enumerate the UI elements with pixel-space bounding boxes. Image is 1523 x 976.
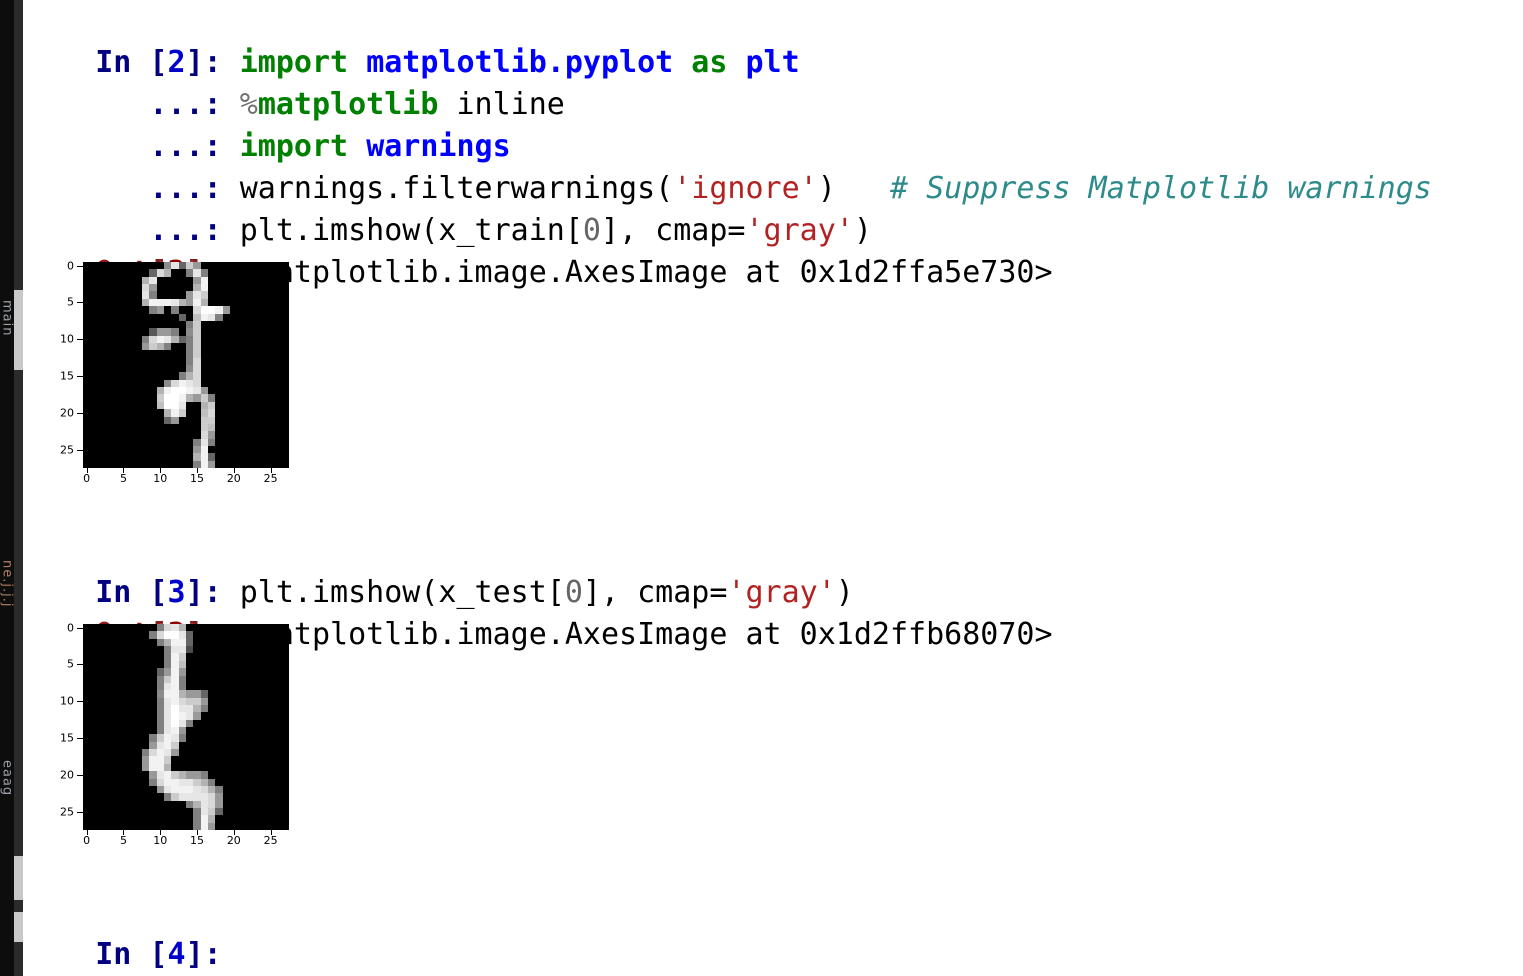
output-repr-text: <matplotlib.image.AxesImage at 0x1d2ffa5…: [239, 255, 1053, 290]
x-tick-label: 25: [263, 472, 278, 485]
code-token: import: [239, 45, 349, 80]
x-tick-label: 15: [190, 834, 205, 847]
code-token: matplotlib: [257, 87, 439, 122]
y-tick-label: 10: [60, 332, 74, 346]
input-cell-active[interactable]: In [4]:: [23, 892, 1523, 972]
prompt-in-label: In [: [95, 45, 168, 80]
continuation-prompt: ...:: [95, 129, 240, 164]
y-tick-label: 25: [60, 443, 74, 457]
code-token: ): [853, 213, 872, 248]
code-token: ], cmap=: [600, 213, 746, 248]
code-token: as: [691, 45, 728, 80]
continuation-prompt: ...:: [95, 213, 240, 248]
code-token: ): [817, 171, 890, 206]
y-tick-label: 20: [60, 768, 74, 782]
prompt-in-close: ]:: [185, 575, 240, 610]
scrollbar-thumb-middle[interactable]: [14, 856, 23, 900]
input-cell-line: In [2]: import matplotlib.pyplot as plt: [23, 0, 1523, 80]
scrollbar-thumb-lower[interactable]: [14, 912, 23, 942]
code-token: warnings: [366, 129, 511, 164]
code-token: matplotlib.pyplot: [366, 45, 674, 80]
code-token: plt: [745, 45, 800, 80]
code-string-literal: 'gray': [745, 213, 854, 248]
code-token: plt.imshow(x_test[: [239, 575, 565, 610]
x-tick-label: 20: [226, 834, 241, 847]
prompt-in-number: 2: [167, 45, 186, 80]
left-strip-label-3: eaag: [0, 760, 14, 797]
left-strip-label-2: ne.j.j.j: [0, 560, 14, 608]
prompt-in-close: ]:: [185, 937, 222, 972]
x-tick-label: 10: [153, 472, 168, 485]
code-number-literal: 0: [582, 213, 601, 248]
y-tick-label: 15: [60, 369, 74, 383]
y-tick-label: 0: [67, 621, 74, 635]
y-tick-label: 15: [60, 731, 74, 745]
y-tick-label: 0: [67, 259, 74, 273]
x-tick-label: 5: [119, 472, 127, 485]
y-tick-label: 5: [67, 295, 74, 309]
input-cell-line: In [3]: plt.imshow(x_test[0], cmap='gray…: [23, 530, 1523, 610]
figure-1-y-tick-labels: 0 5 10 15 20 25: [47, 259, 74, 468]
code-token: import: [239, 129, 349, 164]
code-token: warnings.filterwarnings(: [239, 171, 674, 206]
output-repr-text: <matplotlib.image.AxesImage at 0x1d2ffb6…: [239, 617, 1053, 652]
x-tick-label: 10: [153, 834, 168, 847]
x-tick-label: 0: [83, 472, 91, 485]
figure-2-y-tick-labels: 0 5 10 15 20 25: [47, 621, 74, 830]
cell-spacer: [23, 854, 1523, 892]
scrollbar-thumb-upper[interactable]: [14, 290, 23, 370]
matplotlib-figure-1: 0 5 10 15 20 25 0 5 10 15 20 25: [47, 254, 313, 492]
vertical-scrollbar[interactable]: [14, 0, 23, 976]
prompt-in-label: In [: [95, 937, 168, 972]
code-token: ], cmap=: [582, 575, 728, 610]
x-tick-label: 20: [226, 472, 241, 485]
continuation-prompt: ...:: [95, 87, 240, 122]
code-comment: # Suppress Matplotlib warnings: [889, 171, 1432, 206]
code-token: %: [239, 87, 258, 122]
prompt-in-number: 3: [167, 575, 186, 610]
code-token: ): [835, 575, 854, 610]
y-tick-label: 25: [60, 805, 74, 819]
matplotlib-figure-2: 0 5 10 15 20 25 0 5 10 15 20 25: [47, 616, 313, 854]
prompt-in-close: ]:: [185, 45, 240, 80]
figure-1-x-tick-labels: 0 5 10 15 20 25: [83, 472, 289, 492]
x-tick-label: 0: [83, 834, 91, 847]
x-tick-label: 5: [119, 834, 127, 847]
prompt-in-number: 4: [167, 937, 186, 972]
x-tick-label: 25: [263, 834, 278, 847]
x-tick-label: 15: [190, 472, 205, 485]
y-tick-label: 5: [67, 657, 74, 671]
y-tick-label: 10: [60, 694, 74, 708]
code-token: inline: [438, 87, 565, 122]
continuation-prompt: ...:: [95, 171, 240, 206]
y-tick-label: 20: [60, 406, 74, 420]
figure-1-image-axes: [83, 262, 289, 468]
left-activity-strip: main ne.j.j.j eaag: [0, 0, 14, 976]
code-token: plt.imshow(x_train[: [239, 213, 583, 248]
code-string-literal: 'ignore': [673, 171, 818, 206]
prompt-in-label: In [: [95, 575, 168, 610]
cell-spacer: [23, 492, 1523, 530]
ipython-console[interactable]: In [2]: import matplotlib.pyplot as plt …: [23, 0, 1523, 976]
figure-2-image-axes: [83, 624, 289, 830]
code-number-literal: 0: [564, 575, 583, 610]
figure-2-x-tick-labels: 0 5 10 15 20 25: [83, 834, 289, 854]
code-string-literal: 'gray': [727, 575, 836, 610]
left-strip-label-1: main: [0, 300, 14, 337]
